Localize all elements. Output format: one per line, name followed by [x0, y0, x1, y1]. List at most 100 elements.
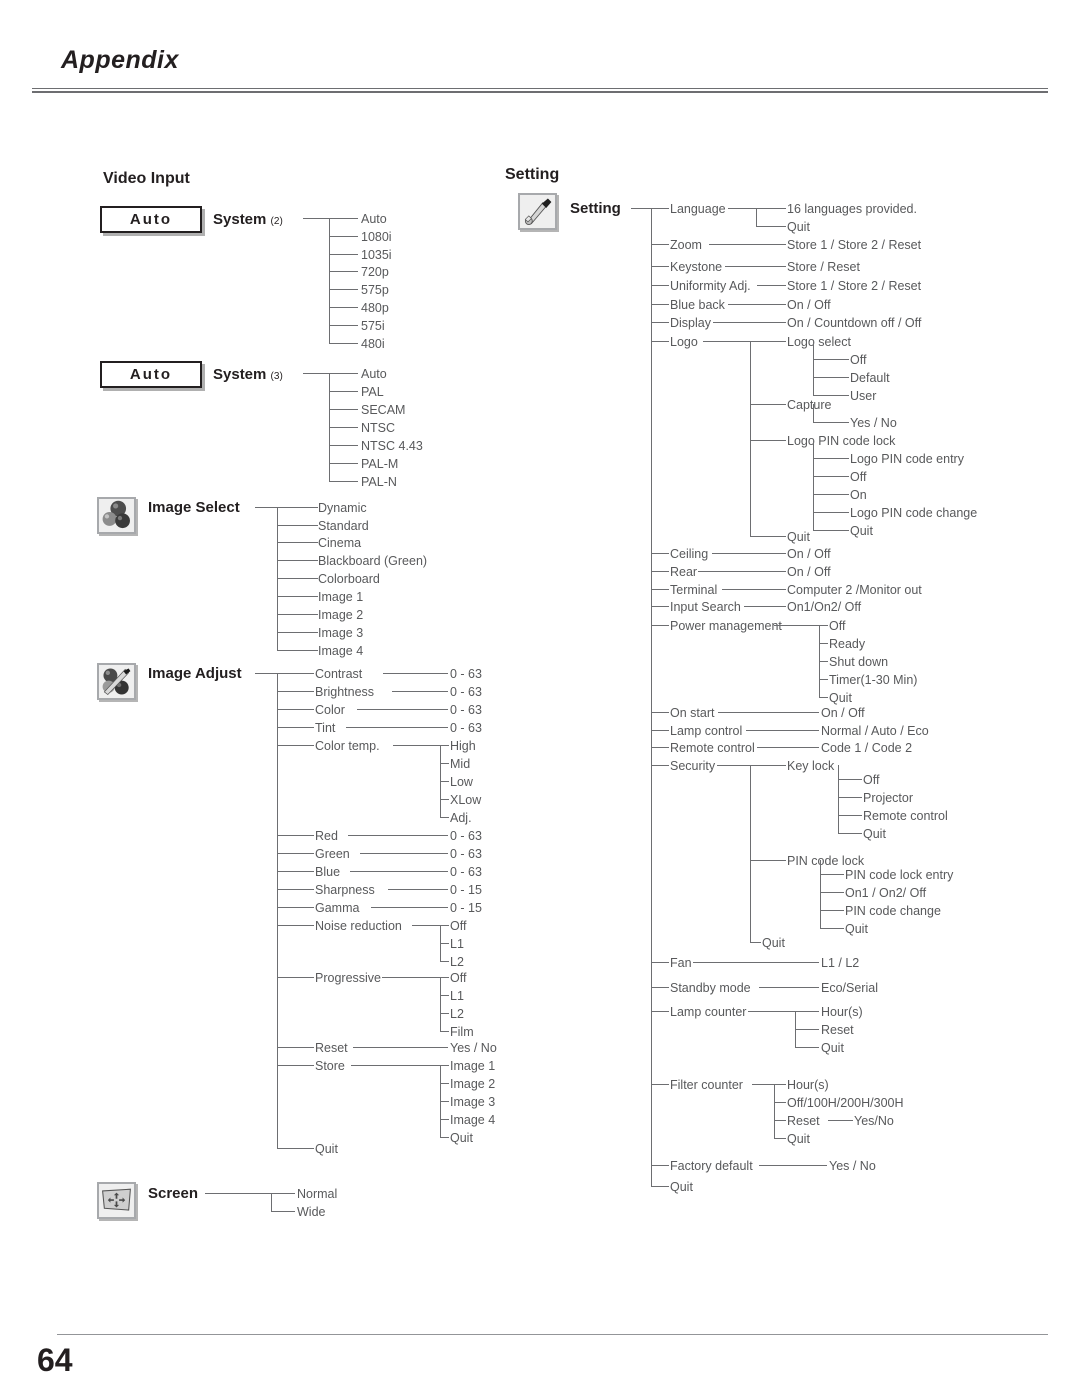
setting-label: Zoom — [670, 238, 702, 252]
setting-value: On / Countdown off / Off — [787, 316, 922, 330]
system3-option: SECAM — [361, 403, 406, 417]
page-header: Appendix — [0, 0, 1080, 95]
tree-line — [277, 632, 318, 633]
setting-label: Lamp control — [670, 724, 743, 738]
setting-value: Code 1 / Code 2 — [821, 741, 913, 755]
tree-line — [440, 961, 449, 962]
image-adjust-label: Contrast — [315, 667, 363, 681]
pin-code-lock-option: PIN code change — [845, 904, 941, 918]
setting-label: Display — [670, 316, 711, 330]
tree-line — [277, 889, 314, 890]
system2-head: System (2) — [213, 211, 283, 228]
tree-line — [440, 977, 449, 978]
tree-line — [651, 244, 669, 245]
tree-line — [651, 322, 669, 323]
tree-line — [277, 691, 314, 692]
tree-line — [819, 625, 828, 626]
tree-line — [329, 373, 358, 374]
image-select-option: Image 1 — [318, 590, 364, 604]
logo-select-option: Default — [850, 371, 890, 385]
setting-label: Standby mode — [670, 981, 751, 995]
system2-auto-box[interactable]: Auto — [100, 206, 202, 233]
tree-line — [746, 730, 819, 731]
image-adjust-value: 0 - 63 — [450, 703, 482, 717]
tree-line — [717, 765, 786, 766]
tree-line — [277, 507, 318, 508]
image-adjust-head: Image Adjust — [148, 665, 242, 682]
system2-option: 720p — [361, 265, 389, 279]
tree-line — [838, 815, 862, 816]
tree-line — [759, 1165, 827, 1166]
filter-counter-option: Off/100H/200H/300H — [787, 1096, 904, 1110]
footer-divider — [57, 1334, 1048, 1335]
system3-option: NTSC 4.43 — [361, 439, 423, 453]
tree-line — [329, 254, 358, 255]
image-select-option: Image 3 — [318, 626, 364, 640]
setting-value: On / Off — [821, 706, 865, 720]
tree-line — [651, 765, 669, 766]
system3-auto-box[interactable]: Auto — [100, 361, 202, 388]
tree-line — [277, 925, 314, 926]
tree-line — [277, 596, 318, 597]
tree-line — [651, 730, 669, 731]
image-adjust-value: 0 - 15 — [450, 883, 482, 897]
tree-line — [440, 1137, 449, 1138]
image-adjust-label: Tint — [315, 721, 336, 735]
setting-label: Filter counter — [670, 1078, 743, 1092]
image-select-option: Blackboard (Green) — [318, 554, 428, 568]
setting-value: Yes / No — [829, 1159, 876, 1173]
capture-option: Yes / No — [850, 416, 897, 430]
logo-pin-option: Logo PIN code change — [850, 506, 978, 520]
tree-line — [440, 1083, 449, 1084]
image-adjust-label: Reset — [315, 1041, 348, 1055]
tree-line — [382, 977, 440, 978]
lamp-counter-option: Reset — [821, 1023, 854, 1037]
system2-head-sub: (2) — [270, 216, 283, 227]
setting-label: Logo — [670, 335, 698, 349]
tree-line — [750, 404, 786, 405]
tree-line — [440, 817, 449, 818]
image-adjust-label: Color temp. — [315, 739, 380, 753]
logo-pin-option: Logo PIN code entry — [850, 452, 964, 466]
setting-label: Rear — [670, 565, 698, 579]
setting-label: Ceiling — [670, 547, 709, 561]
tree-line — [750, 860, 786, 861]
tree-line — [750, 440, 786, 441]
tree-line — [819, 661, 828, 662]
tree-line — [329, 343, 358, 344]
progressive-option: Film — [450, 1025, 474, 1039]
tree-line — [750, 536, 786, 537]
setting-head: Setting — [570, 200, 621, 217]
tree-line — [277, 614, 318, 615]
tree-line — [277, 650, 318, 651]
tree-line — [277, 871, 314, 872]
tree-line — [757, 285, 786, 286]
setting-label: On start — [670, 706, 715, 720]
tree-line — [651, 341, 669, 342]
tree-line — [277, 1065, 314, 1066]
logo-pin-option: Quit — [850, 524, 873, 538]
system3-head-label: System — [213, 366, 267, 383]
tree-line — [813, 377, 849, 378]
tree-line — [813, 476, 849, 477]
tree-line — [693, 962, 819, 963]
tree-line — [388, 889, 448, 890]
tree-line — [813, 359, 849, 360]
power-management-option: Off — [829, 619, 846, 633]
tree-line — [651, 1011, 669, 1012]
tree-line — [820, 892, 844, 893]
color-temp-option: Low — [450, 775, 473, 789]
tree-line — [813, 422, 849, 423]
setting-value: On1/On2/ Off — [787, 600, 862, 614]
tree-line — [348, 835, 448, 836]
setting-label: Uniformity Adj. — [670, 279, 751, 293]
tree-line — [329, 271, 358, 272]
setting-value: Normal / Auto / Eco — [821, 724, 929, 738]
tree-line — [756, 226, 786, 227]
tree-line — [277, 1148, 314, 1149]
tree-line — [838, 779, 862, 780]
tree-line — [774, 1084, 775, 1138]
color-temp-option: High — [450, 739, 476, 753]
tree-line — [651, 208, 652, 1186]
tree-line — [651, 571, 669, 572]
